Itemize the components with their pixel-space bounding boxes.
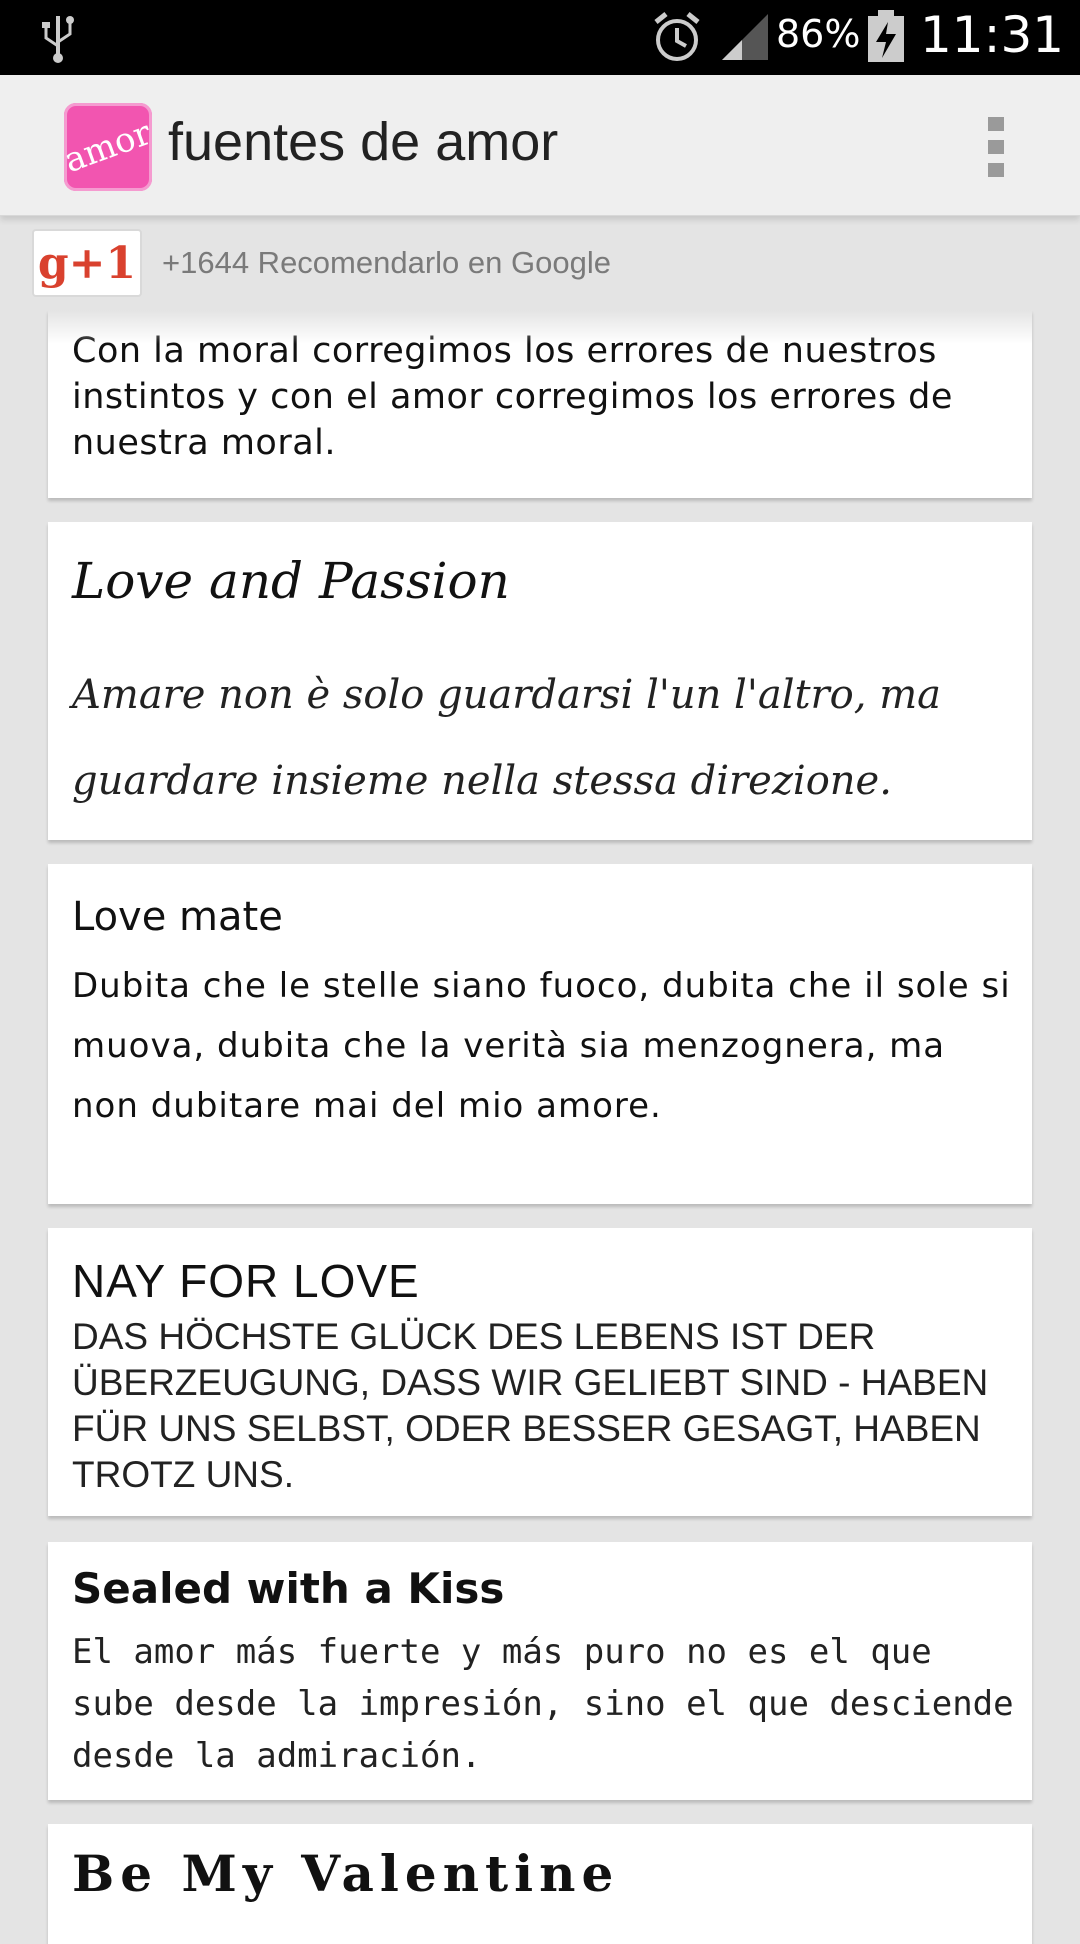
font-card[interactable]: NAY FOR LOVE DAS HÖCHSTE GLÜCK DES LEBEN…	[48, 1228, 1032, 1516]
scroll-fade	[48, 310, 1032, 344]
app-title: fuentes de amor	[168, 112, 559, 172]
google-plus-count-text: +1644 Recomendarlo en Google	[162, 245, 611, 280]
card-body: El amor más fuerte y más puro no es el q…	[72, 1632, 1014, 1776]
card-body: Amare non è solo guardarsi l'un l'altro,…	[72, 672, 941, 804]
card-title: Love and Passion	[72, 552, 510, 610]
font-card[interactable]: Con la moral corregimos los errores de n…	[48, 310, 1032, 498]
card-body: Con la moral corregimos los errores de n…	[72, 331, 953, 463]
app-icon-label: amor	[64, 112, 152, 182]
status-bar: 86% 11:31	[0, 0, 1080, 75]
google-plus-bar: g+1 +1644 Recomendarlo en Google	[0, 215, 1080, 307]
action-bar: amor fuentes de amor	[0, 75, 1080, 216]
font-card[interactable]: Love and Passion Amare non è solo guarda…	[48, 522, 1032, 840]
battery-percentage: 86%	[776, 12, 861, 56]
signal-icon	[722, 14, 768, 60]
card-title: NAY FOR LOVE	[72, 1255, 420, 1307]
card-title: Love mate	[72, 894, 283, 940]
google-plus-one-button[interactable]: g+1	[32, 229, 142, 297]
card-title: Sealed with a Kiss	[72, 1564, 505, 1613]
card-body: DAS HÖCHSTE GLÜCK DES LEBENS IST DER ÜBE…	[72, 1316, 989, 1495]
battery-charging-icon	[868, 10, 904, 62]
alarm-icon	[654, 12, 700, 61]
overflow-menu-icon[interactable]	[984, 115, 1008, 179]
font-card[interactable]: Be My Valentine	[48, 1824, 1032, 1944]
usb-icon	[42, 16, 74, 63]
font-card[interactable]: Love mate Dubita che le stelle siano fuo…	[48, 864, 1032, 1204]
card-title: Be My Valentine	[72, 1844, 620, 1903]
card-body: Dubita che le stelle siano fuoco, dubita…	[72, 966, 1011, 1126]
font-card[interactable]: Sealed with a Kiss El amor más fuerte y …	[48, 1542, 1032, 1800]
clock: 11:31	[920, 6, 1065, 64]
app-icon[interactable]: amor	[64, 103, 152, 191]
